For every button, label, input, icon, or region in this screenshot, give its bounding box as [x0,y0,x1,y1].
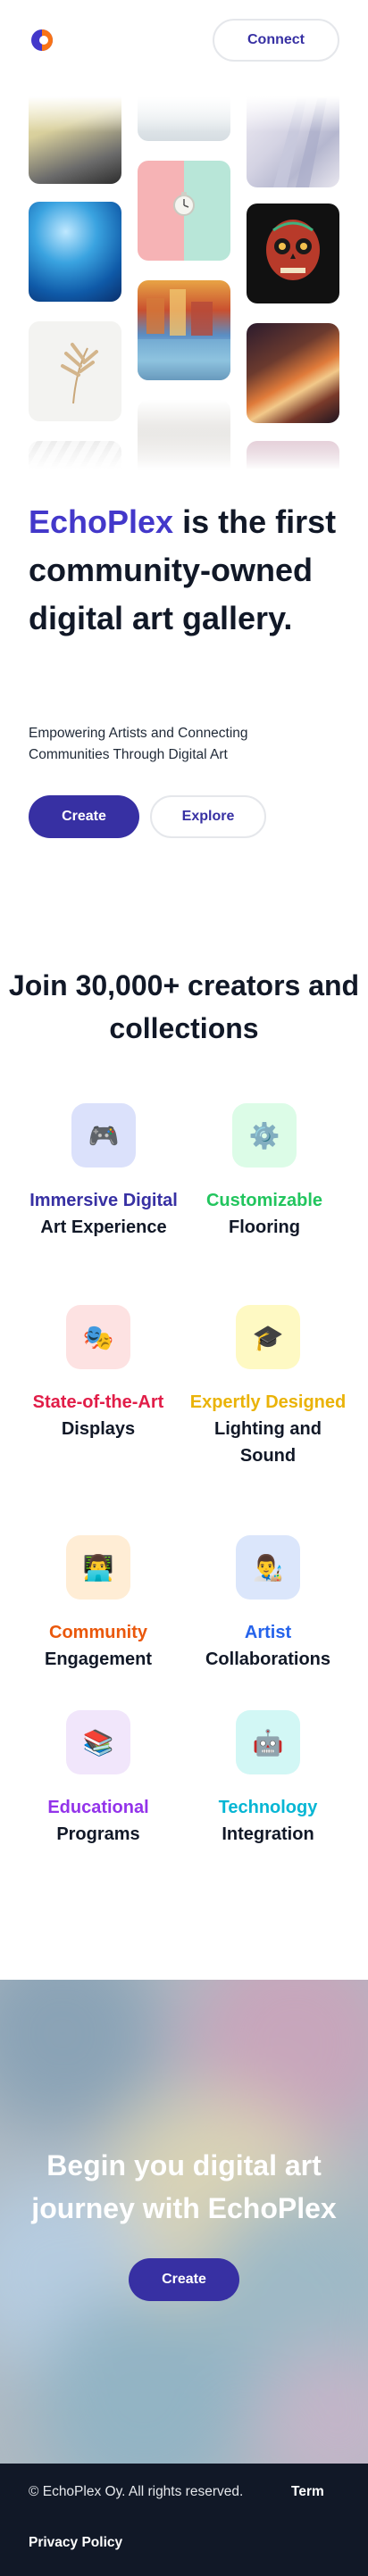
artwork-tile-leaf [29,321,121,421]
artwork-tile-clock [138,161,230,261]
robot-icon: 🤖 [236,1710,300,1774]
feature-label: Artist Collaborations [188,1619,348,1673]
theater-masks-icon: 🎭 [66,1305,130,1369]
feature-label: Immersive Digital Art Experience [23,1187,184,1241]
echoplex-logo[interactable] [29,27,55,54]
feature-rest: Programs [56,1824,140,1844]
gamepad-icon: 🎮 [71,1103,136,1168]
feature-artist-collaborations: 👨‍🎨 Artist Collaborations [188,1535,348,1673]
graduation-cap-icon: 🎓 [236,1305,300,1369]
explore-button[interactable]: Explore [150,795,266,838]
artwork-tile-blue-paint [29,202,121,302]
feature-label: Technology Integration [188,1794,348,1848]
artist-icon: 👨‍🎨 [236,1535,300,1600]
create-button[interactable]: Create [29,795,139,838]
feature-technology: 🤖 Technology Integration [188,1710,348,1848]
artwork-tile-canyon [247,323,339,423]
privacy-policy-link[interactable]: Privacy Policy [29,2535,122,2551]
copyright-text: © EchoPlex Oy. All rights reserved. [29,2484,244,2499]
feature-educational: 📚 Educational Programs [18,1710,179,1848]
hero-title-brand: EchoPlex [29,503,174,540]
artwork-tile-painted-city [138,280,230,380]
feature-highlight: Community [49,1623,147,1642]
gallery-bottom-fade [29,425,339,469]
feature-label: Community Engagement [18,1619,179,1673]
cta-create-button[interactable]: Create [129,2258,239,2301]
artwork-tile-skull [247,204,339,303]
feature-highlight: State-of-the-Art [32,1392,164,1412]
feature-immersive-art: 🎮 Immersive Digital Art Experience [23,1103,184,1241]
artwork-gallery [29,96,339,469]
feature-label: Customizable Flooring [184,1187,345,1241]
feature-rest: Integration [222,1824,314,1844]
cta-title: Begin you digital art journey with EchoP… [31,2149,337,2224]
feature-customizable-flooring: ⚙️ Customizable Flooring [184,1103,345,1241]
feature-community: 👨‍💻 Community Engagement [18,1535,179,1673]
terms-link[interactable]: Term [291,2484,324,2500]
feature-rest: Engagement [44,1649,153,1669]
feature-highlight: Immersive Digital [29,1191,178,1210]
footer [0,2464,368,2576]
feature-rest: Flooring [229,1217,300,1237]
gear-icon: ⚙️ [232,1103,297,1168]
feature-lighting-sound: 🎓 Expertly Designed Lighting and Sound [188,1305,348,1469]
feature-rest: Art Experience [40,1217,167,1237]
page: Connect EchoPlex is the first community-… [0,0,368,2576]
connect-button[interactable]: Connect [213,19,339,62]
feature-label: State-of-the-Art Displays [18,1389,179,1442]
feature-highlight: Educational [47,1798,149,1817]
header: Connect [0,0,368,82]
feature-highlight: Artist [244,1623,292,1642]
books-icon: 📚 [66,1710,130,1774]
feature-label: Expertly Designed Lighting and Sound [188,1389,348,1469]
feature-rest: Lighting and Sound [214,1419,322,1466]
feature-displays: 🎭 State-of-the-Art Displays [18,1305,179,1442]
feature-highlight: Customizable [205,1191,323,1210]
feature-highlight: Expertly Designed [189,1392,347,1412]
feature-label: Educational Programs [18,1794,179,1848]
feature-rest: Displays [61,1419,136,1439]
hero-title: EchoPlex is the first community-owned di… [29,498,341,643]
features-title: Join 30,000+ creators and collections [8,969,360,1044]
hero-subtitle: Empowering Artists and Connecting Commun… [29,726,248,762]
gallery-top-fade [29,96,339,132]
technologist-icon: 👨‍💻 [66,1535,130,1600]
feature-rest: Collaborations [205,1649,330,1669]
feature-highlight: Technology [218,1798,318,1817]
